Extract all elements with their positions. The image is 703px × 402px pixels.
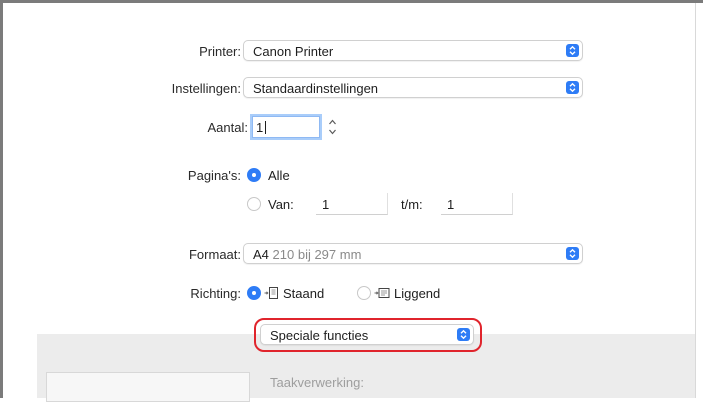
printer-label: Printer: bbox=[199, 44, 241, 59]
pages-range-radio[interactable] bbox=[247, 197, 261, 211]
paper-size-detail: 210 bij 297 mm bbox=[272, 247, 362, 262]
section-menu-popup[interactable]: Speciale functies bbox=[260, 324, 474, 345]
copies-input[interactable]: 1 bbox=[252, 116, 320, 138]
landscape-orientation-icon bbox=[374, 286, 390, 300]
pages-from-input[interactable]: 1 bbox=[316, 193, 388, 215]
orientation-label: Richting: bbox=[190, 286, 241, 301]
text-caret bbox=[265, 121, 266, 134]
popup-arrows-icon bbox=[566, 81, 579, 94]
window-top-border bbox=[0, 0, 703, 3]
orientation-landscape-label: Liggend bbox=[394, 286, 441, 301]
portrait-orientation-icon bbox=[264, 286, 280, 300]
window-left-border bbox=[0, 0, 3, 398]
copies-label: Aantal: bbox=[207, 120, 248, 135]
popup-arrows-icon bbox=[566, 44, 579, 57]
pages-to-value: 1 bbox=[447, 197, 455, 212]
orientation-landscape-radio[interactable] bbox=[357, 286, 371, 300]
paper-size-label: Formaat: bbox=[188, 247, 241, 262]
orientation-portrait-radio[interactable] bbox=[247, 286, 261, 300]
window-right-border bbox=[695, 3, 696, 398]
printer-value: Canon Printer bbox=[253, 44, 334, 59]
pages-all-radio[interactable] bbox=[247, 168, 261, 182]
settings-label: Instellingen: bbox=[171, 81, 241, 96]
popup-arrows-icon bbox=[566, 247, 579, 260]
pages-label: Pagina's: bbox=[187, 168, 241, 183]
pages-from-label: Van: bbox=[268, 197, 294, 212]
paper-size-main: A4 bbox=[253, 247, 269, 262]
paper-size-value: A4 210 bij 297 mm bbox=[253, 247, 361, 262]
copies-stepper[interactable] bbox=[327, 116, 338, 138]
settings-popup[interactable]: Standaardinstellingen bbox=[243, 77, 583, 98]
job-handling-heading: Taakverwerking: bbox=[270, 375, 364, 390]
orientation-portrait-label: Staand bbox=[283, 286, 325, 301]
settings-value: Standaardinstellingen bbox=[253, 81, 379, 96]
pages-to-label: t/m: bbox=[401, 197, 423, 212]
pages-to-input[interactable]: 1 bbox=[441, 193, 513, 215]
pages-all-label: Alle bbox=[268, 168, 290, 183]
stepper-arrows-icon bbox=[329, 119, 336, 135]
copies-value: 1 bbox=[256, 120, 264, 135]
printer-popup[interactable]: Canon Printer bbox=[243, 40, 583, 61]
popup-arrows-icon bbox=[457, 328, 470, 341]
section-menu-value: Speciale functies bbox=[270, 328, 369, 343]
paper-size-popup[interactable]: A4 210 bij 297 mm bbox=[243, 243, 583, 264]
pages-from-value: 1 bbox=[322, 197, 330, 212]
